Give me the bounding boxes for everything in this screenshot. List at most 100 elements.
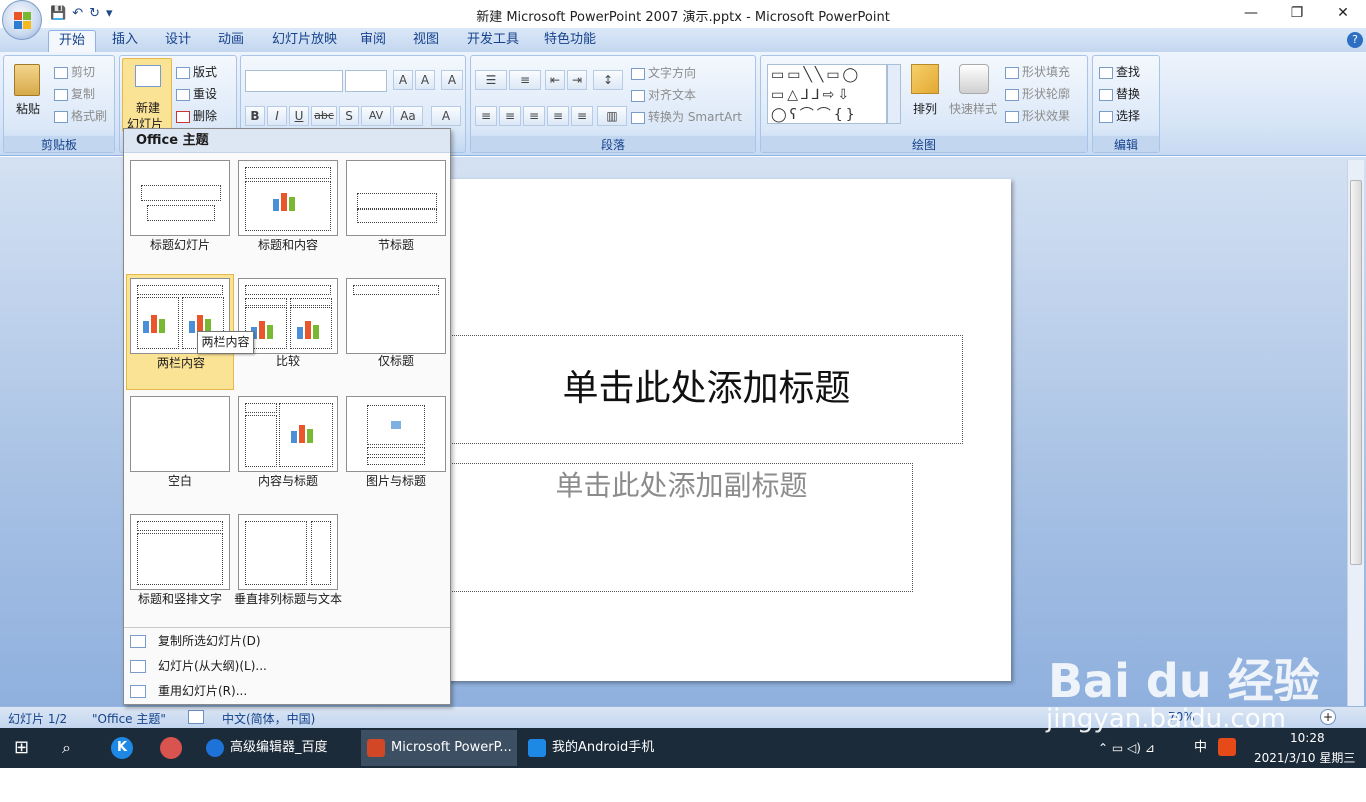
ime-indicator[interactable]: 中: [1194, 728, 1207, 768]
layout-section-header[interactable]: 节标题: [342, 156, 450, 266]
layout-picture-caption[interactable]: 图片与标题: [342, 392, 450, 502]
minimize-button[interactable]: —: [1228, 0, 1274, 28]
tab-view[interactable]: 视图: [403, 30, 449, 52]
convert-smartart-button[interactable]: 转换为 SmartArt: [648, 110, 742, 124]
layout-title-content[interactable]: 标题和内容: [234, 156, 342, 266]
align-right-button[interactable]: ≡: [523, 106, 545, 126]
zoom-in-icon[interactable]: +: [1320, 709, 1336, 725]
arrange-button[interactable]: 排列: [913, 100, 937, 117]
justify-button[interactable]: ≡: [547, 106, 569, 126]
shapes-scroll[interactable]: [887, 64, 901, 124]
layout-content-caption[interactable]: 内容与标题: [234, 392, 342, 502]
distribute-button[interactable]: ≡: [571, 106, 593, 126]
reset-button[interactable]: 重设: [193, 87, 217, 101]
menu-reuse-slides[interactable]: 重用幻灯片(R)...: [124, 679, 450, 704]
save-icon[interactable]: 💾: [50, 6, 66, 21]
paste-icon[interactable]: [14, 64, 40, 96]
numbering-button[interactable]: ≡: [509, 70, 541, 90]
select-button[interactable]: 选择: [1116, 109, 1140, 123]
quick-styles-icon[interactable]: [959, 64, 989, 94]
shape-fill-button[interactable]: 形状填充: [1022, 65, 1070, 79]
tab-home[interactable]: 开始: [48, 30, 97, 52]
customize-qat-icon[interactable]: ▾: [106, 6, 113, 21]
replace-button[interactable]: 替换: [1116, 87, 1140, 101]
text-direction-button[interactable]: 文字方向: [648, 66, 696, 80]
find-button[interactable]: 查找: [1116, 65, 1140, 79]
scrollbar-thumb[interactable]: [1350, 180, 1362, 565]
layout-blank[interactable]: 空白: [126, 392, 234, 502]
shadow-button[interactable]: S: [339, 106, 359, 126]
taskbar-app-powerpoint[interactable]: Microsoft PowerP...: [361, 730, 517, 766]
tab-developer[interactable]: 开发工具: [457, 30, 529, 52]
align-center-button[interactable]: ≡: [499, 106, 521, 126]
title-placeholder[interactable]: 单击此处添加标题: [450, 335, 963, 444]
underline-button[interactable]: U: [289, 106, 309, 126]
tab-animations[interactable]: 动画: [208, 30, 254, 52]
layout-title-only[interactable]: 仅标题: [342, 274, 450, 384]
grow-font-button[interactable]: A: [393, 70, 413, 90]
font-size-input[interactable]: [345, 70, 387, 92]
tab-design[interactable]: 设计: [155, 30, 201, 52]
clock-time[interactable]: 10:28: [1290, 731, 1325, 745]
search-icon[interactable]: ⌕: [62, 728, 82, 768]
layout-button[interactable]: 版式: [193, 65, 217, 79]
clock-date[interactable]: 2021/3/10 星期三: [1254, 749, 1355, 766]
taskbar-app-editor[interactable]: 高级编辑器_百度经...: [200, 730, 352, 791]
find-icon: [1099, 66, 1113, 79]
copy-icon: [54, 88, 68, 101]
layout-title-slide[interactable]: 标题幻灯片: [126, 156, 234, 266]
menu-duplicate-slides[interactable]: 复制所选幻灯片(D): [124, 629, 450, 654]
layout-comparison[interactable]: 比较: [234, 274, 342, 384]
subtitle-placeholder[interactable]: 单击此处添加副标题: [450, 463, 913, 592]
font-color-button[interactable]: A: [431, 106, 461, 126]
restore-button[interactable]: ❐: [1274, 0, 1320, 28]
delete-button[interactable]: 删除: [193, 109, 217, 123]
copy-button[interactable]: 复制: [71, 87, 95, 101]
align-text-button[interactable]: 对齐文本: [648, 88, 696, 102]
help-icon[interactable]: ?: [1347, 32, 1363, 48]
cut-button[interactable]: 剪切: [71, 65, 95, 79]
layout-title-vertical-text[interactable]: 标题和竖排文字: [126, 510, 234, 620]
language[interactable]: 中文(简体，中国): [222, 710, 315, 727]
columns-button[interactable]: ▥: [597, 106, 627, 126]
tab-review[interactable]: 审阅: [350, 30, 396, 52]
redo-icon[interactable]: ↻: [89, 6, 100, 21]
tool-app-icon[interactable]: [160, 737, 182, 759]
change-case-button[interactable]: Aa: [393, 106, 423, 126]
increase-indent-button[interactable]: ⇥: [567, 70, 587, 90]
font-name-input[interactable]: [245, 70, 343, 92]
shapes-gallery[interactable]: ▭▭╲╲▭◯ ▭△⅃⅃⇨⇩ ◯ʕ⌒⌒{}: [767, 64, 887, 124]
paste-button[interactable]: 粘贴: [16, 100, 40, 117]
bullets-button[interactable]: ☰: [475, 70, 507, 90]
office-button[interactable]: [2, 0, 42, 40]
new-slide-button[interactable]: 新建 幻灯片: [122, 58, 172, 132]
kuaiya-app-icon[interactable]: K: [111, 737, 133, 759]
char-spacing-button[interactable]: AV: [361, 106, 391, 126]
quick-styles-button[interactable]: 快速样式: [949, 100, 997, 117]
tab-insert[interactable]: 插入: [102, 30, 148, 52]
shape-effects-button[interactable]: 形状效果: [1022, 109, 1070, 123]
tab-slideshow[interactable]: 幻灯片放映: [262, 30, 347, 52]
clear-format-button[interactable]: A: [441, 70, 463, 90]
tab-special[interactable]: 特色功能: [534, 30, 606, 52]
arrange-icon[interactable]: [911, 64, 939, 94]
layout-vertical-title-text[interactable]: 垂直排列标题与文本: [234, 510, 342, 626]
align-left-button[interactable]: ≡: [475, 106, 497, 126]
format-painter-button[interactable]: 格式刷: [71, 109, 107, 123]
decrease-indent-button[interactable]: ⇤: [545, 70, 565, 90]
bold-button[interactable]: B: [245, 106, 265, 126]
undo-icon[interactable]: ↶: [72, 6, 83, 21]
tray-icons[interactable]: ⌃ ▭ ◁) ⊿: [1098, 728, 1155, 768]
shape-outline-button[interactable]: 形状轮廓: [1022, 87, 1070, 101]
spellcheck-icon[interactable]: [188, 710, 204, 724]
strikethrough-button[interactable]: abc: [311, 106, 337, 126]
line-spacing-button[interactable]: ↕: [593, 70, 623, 90]
windows-start-icon[interactable]: ⊞: [14, 728, 34, 768]
taskbar-app-android[interactable]: 我的Android手机: [522, 730, 668, 766]
close-button[interactable]: ✕: [1320, 0, 1366, 28]
shrink-font-button[interactable]: A: [415, 70, 435, 90]
italic-button[interactable]: I: [267, 106, 287, 126]
vertical-scrollbar[interactable]: [1347, 160, 1364, 706]
sogou-ime-icon[interactable]: [1218, 738, 1236, 756]
menu-slides-from-outline[interactable]: 幻灯片(从大纲)(L)...: [124, 654, 450, 679]
